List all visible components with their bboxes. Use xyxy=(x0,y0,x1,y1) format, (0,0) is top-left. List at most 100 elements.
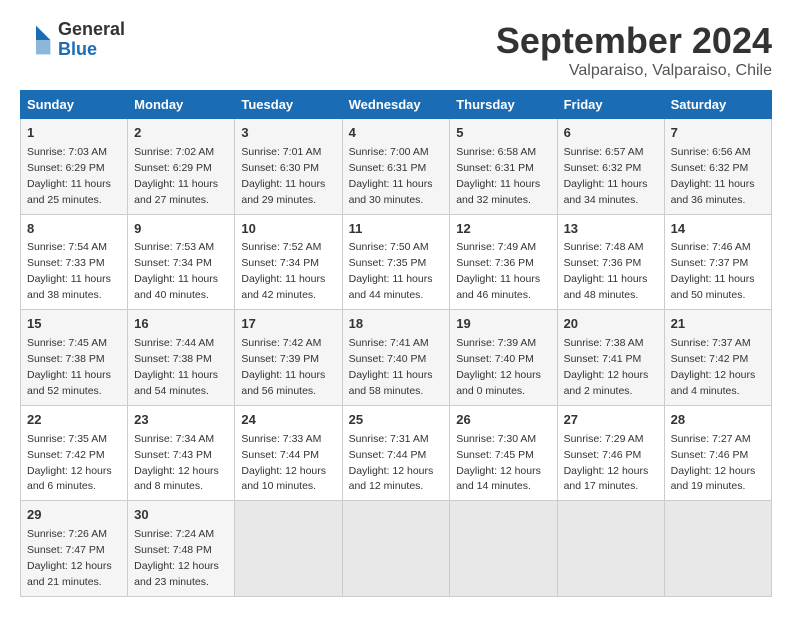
day-info: Sunrise: 7:46 AMSunset: 7:37 PMDaylight:… xyxy=(671,241,755,301)
day-info: Sunrise: 7:52 AMSunset: 7:34 PMDaylight:… xyxy=(241,241,325,301)
day-info: Sunrise: 7:44 AMSunset: 7:38 PMDaylight:… xyxy=(134,337,218,397)
calendar-cell: 11 Sunrise: 7:50 AMSunset: 7:35 PMDayligh… xyxy=(342,214,450,310)
calendar-cell: 25 Sunrise: 7:31 AMSunset: 7:44 PMDayligh… xyxy=(342,405,450,501)
calendar-cell: 1Sunrise: 7:03 AMSunset: 6:29 PMDaylight… xyxy=(21,119,128,215)
day-number: 16 xyxy=(134,315,228,334)
weekday-header: Saturday xyxy=(664,91,771,119)
day-info: Sunrise: 6:58 AMSunset: 6:31 PMDaylight:… xyxy=(456,146,540,206)
logo-blue: Blue xyxy=(58,40,125,60)
calendar-cell: 13 Sunrise: 7:48 AMSunset: 7:36 PMDayligh… xyxy=(557,214,664,310)
day-info: Sunrise: 6:56 AMSunset: 6:32 PMDaylight:… xyxy=(671,146,755,206)
weekday-header: Wednesday xyxy=(342,91,450,119)
day-info: Sunrise: 7:31 AMSunset: 7:44 PMDaylight:… xyxy=(349,433,434,493)
day-number: 5 xyxy=(456,124,550,143)
calendar-cell: 23 Sunrise: 7:34 AMSunset: 7:43 PMDayligh… xyxy=(128,405,235,501)
calendar-cell xyxy=(557,501,664,597)
logo: General Blue xyxy=(20,20,125,60)
calendar-week-row: 22 Sunrise: 7:35 AMSunset: 7:42 PMDayligh… xyxy=(21,405,772,501)
calendar-cell: 6 Sunrise: 6:57 AMSunset: 6:32 PMDaylight… xyxy=(557,119,664,215)
calendar-cell: 17 Sunrise: 7:42 AMSunset: 7:39 PMDayligh… xyxy=(235,310,342,406)
day-number: 9 xyxy=(134,220,228,239)
calendar-cell xyxy=(664,501,771,597)
day-number: 21 xyxy=(671,315,765,334)
day-info: Sunrise: 7:34 AMSunset: 7:43 PMDaylight:… xyxy=(134,433,219,493)
day-number: 26 xyxy=(456,411,550,430)
weekday-header: Thursday xyxy=(450,91,557,119)
day-info: Sunrise: 7:24 AMSunset: 7:48 PMDaylight:… xyxy=(134,528,219,588)
calendar-cell: 21Sunrise: 7:37 AMSunset: 7:42 PMDayligh… xyxy=(664,310,771,406)
day-number: 7 xyxy=(671,124,765,143)
day-info: Sunrise: 7:42 AMSunset: 7:39 PMDaylight:… xyxy=(241,337,325,397)
calendar-cell: 9 Sunrise: 7:53 AMSunset: 7:34 PMDaylight… xyxy=(128,214,235,310)
calendar-cell: 24 Sunrise: 7:33 AMSunset: 7:44 PMDayligh… xyxy=(235,405,342,501)
calendar-cell: 26 Sunrise: 7:30 AMSunset: 7:45 PMDayligh… xyxy=(450,405,557,501)
day-number: 23 xyxy=(134,411,228,430)
calendar-cell: 14Sunrise: 7:46 AMSunset: 7:37 PMDayligh… xyxy=(664,214,771,310)
logo-text: General Blue xyxy=(58,20,125,60)
calendar-cell: 16 Sunrise: 7:44 AMSunset: 7:38 PMDayligh… xyxy=(128,310,235,406)
day-info: Sunrise: 7:33 AMSunset: 7:44 PMDaylight:… xyxy=(241,433,326,493)
day-number: 18 xyxy=(349,315,444,334)
day-number: 30 xyxy=(134,506,228,525)
weekday-header: Monday xyxy=(128,91,235,119)
day-number: 20 xyxy=(564,315,658,334)
day-number: 3 xyxy=(241,124,335,143)
weekday-header: Sunday xyxy=(21,91,128,119)
calendar-cell: 30 Sunrise: 7:24 AMSunset: 7:48 PMDayligh… xyxy=(128,501,235,597)
month-title: September 2024 xyxy=(496,20,772,62)
day-info: Sunrise: 7:53 AMSunset: 7:34 PMDaylight:… xyxy=(134,241,218,301)
day-number: 2 xyxy=(134,124,228,143)
day-info: Sunrise: 7:03 AMSunset: 6:29 PMDaylight:… xyxy=(27,146,111,206)
day-number: 25 xyxy=(349,411,444,430)
day-info: Sunrise: 7:02 AMSunset: 6:29 PMDaylight:… xyxy=(134,146,218,206)
calendar-cell: 10 Sunrise: 7:52 AMSunset: 7:34 PMDayligh… xyxy=(235,214,342,310)
day-number: 13 xyxy=(564,220,658,239)
day-number: 17 xyxy=(241,315,335,334)
day-info: Sunrise: 7:35 AMSunset: 7:42 PMDaylight:… xyxy=(27,433,112,493)
calendar-cell: 4 Sunrise: 7:00 AMSunset: 6:31 PMDaylight… xyxy=(342,119,450,215)
day-info: Sunrise: 7:54 AMSunset: 7:33 PMDaylight:… xyxy=(27,241,111,301)
day-info: Sunrise: 7:50 AMSunset: 7:35 PMDaylight:… xyxy=(349,241,433,301)
calendar-cell: 18 Sunrise: 7:41 AMSunset: 7:40 PMDayligh… xyxy=(342,310,450,406)
calendar-header-row: SundayMondayTuesdayWednesdayThursdayFrid… xyxy=(21,91,772,119)
calendar-week-row: 29Sunrise: 7:26 AMSunset: 7:47 PMDayligh… xyxy=(21,501,772,597)
day-number: 15 xyxy=(27,315,121,334)
day-number: 24 xyxy=(241,411,335,430)
day-info: Sunrise: 7:00 AMSunset: 6:31 PMDaylight:… xyxy=(349,146,433,206)
day-info: Sunrise: 6:57 AMSunset: 6:32 PMDaylight:… xyxy=(564,146,648,206)
calendar-week-row: 1Sunrise: 7:03 AMSunset: 6:29 PMDaylight… xyxy=(21,119,772,215)
location: Valparaiso, Valparaiso, Chile xyxy=(496,62,772,80)
day-info: Sunrise: 7:48 AMSunset: 7:36 PMDaylight:… xyxy=(564,241,648,301)
day-number: 10 xyxy=(241,220,335,239)
calendar-cell: 22 Sunrise: 7:35 AMSunset: 7:42 PMDayligh… xyxy=(21,405,128,501)
day-info: Sunrise: 7:45 AMSunset: 7:38 PMDaylight:… xyxy=(27,337,111,397)
day-info: Sunrise: 7:41 AMSunset: 7:40 PMDaylight:… xyxy=(349,337,433,397)
calendar-cell xyxy=(235,501,342,597)
logo-general: General xyxy=(58,20,125,40)
day-number: 4 xyxy=(349,124,444,143)
day-number: 22 xyxy=(27,411,121,430)
day-info: Sunrise: 7:30 AMSunset: 7:45 PMDaylight:… xyxy=(456,433,541,493)
calendar-cell: 5 Sunrise: 6:58 AMSunset: 6:31 PMDaylight… xyxy=(450,119,557,215)
calendar-cell: 3Sunrise: 7:01 AMSunset: 6:30 PMDaylight… xyxy=(235,119,342,215)
calendar-cell: 20 Sunrise: 7:38 AMSunset: 7:41 PMDayligh… xyxy=(557,310,664,406)
calendar-cell: 12Sunrise: 7:49 AMSunset: 7:36 PMDayligh… xyxy=(450,214,557,310)
logo-icon xyxy=(20,24,52,56)
day-info: Sunrise: 7:38 AMSunset: 7:41 PMDaylight:… xyxy=(564,337,649,397)
day-info: Sunrise: 7:29 AMSunset: 7:46 PMDaylight:… xyxy=(564,433,649,493)
calendar-cell: 19Sunrise: 7:39 AMSunset: 7:40 PMDayligh… xyxy=(450,310,557,406)
calendar-cell: 7 Sunrise: 6:56 AMSunset: 6:32 PMDaylight… xyxy=(664,119,771,215)
day-number: 27 xyxy=(564,411,658,430)
page-header: General Blue September 2024 Valparaiso, … xyxy=(20,20,772,80)
day-number: 11 xyxy=(349,220,444,239)
day-info: Sunrise: 7:26 AMSunset: 7:47 PMDaylight:… xyxy=(27,528,112,588)
calendar-cell: 2 Sunrise: 7:02 AMSunset: 6:29 PMDaylight… xyxy=(128,119,235,215)
calendar-cell: 29Sunrise: 7:26 AMSunset: 7:47 PMDayligh… xyxy=(21,501,128,597)
day-info: Sunrise: 7:27 AMSunset: 7:46 PMDaylight:… xyxy=(671,433,756,493)
day-number: 8 xyxy=(27,220,121,239)
day-number: 28 xyxy=(671,411,765,430)
weekday-header: Friday xyxy=(557,91,664,119)
calendar-cell: 27 Sunrise: 7:29 AMSunset: 7:46 PMDayligh… xyxy=(557,405,664,501)
day-number: 6 xyxy=(564,124,658,143)
calendar-cell xyxy=(450,501,557,597)
